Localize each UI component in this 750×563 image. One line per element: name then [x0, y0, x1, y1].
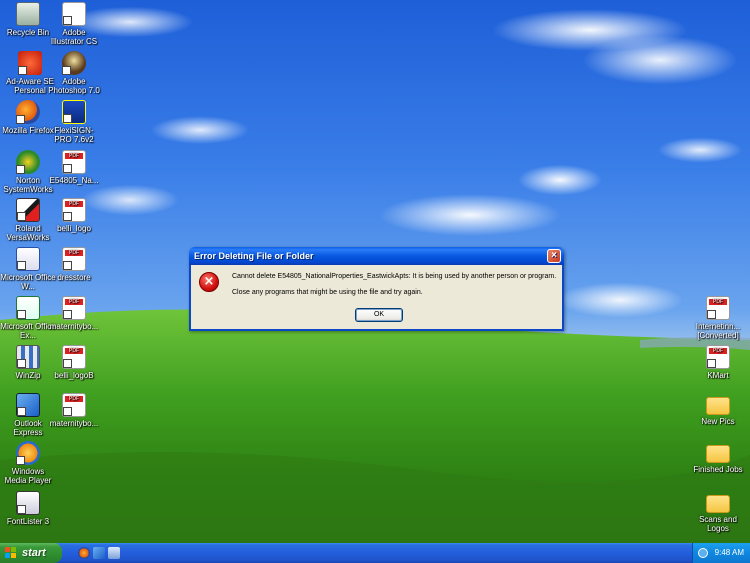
norton-glyph	[16, 150, 40, 174]
folder-icon[interactable]: Scans and Logos	[690, 491, 746, 533]
word-glyph	[16, 247, 40, 271]
dialog-titlebar[interactable]: Error Deleting File or Folder ×	[189, 247, 564, 265]
recycle-bin-glyph	[16, 2, 40, 26]
pdf-file-label: KMart	[707, 371, 729, 380]
flexisign-icon[interactable]: FlexiSIGN-PRO 7.6v2	[46, 100, 102, 144]
error-dialog: Error Deleting File or Folder × × Cannot…	[189, 247, 564, 331]
folder-icon[interactable]: New Pics	[690, 393, 746, 426]
pdf-file-icon[interactable]: E54805_Na...	[46, 150, 102, 185]
ad-aware-glyph	[18, 51, 42, 75]
winzip-label: WinZip	[15, 371, 41, 380]
ok-button[interactable]: OK	[355, 308, 403, 322]
folder-glyph	[706, 495, 730, 513]
roland-label: Roland VersaWorks	[6, 224, 50, 242]
flexisign-label: FlexiSIGN-PRO 7.6v2	[54, 126, 94, 144]
firefox-glyph	[16, 100, 40, 124]
pdf-file-icon[interactable]: maternitybo...	[46, 393, 102, 428]
fontlister-icon[interactable]: FontLister 3	[0, 491, 56, 526]
folder-icon[interactable]: Finished Jobs	[690, 441, 746, 474]
pdf-file-icon[interactable]: belli_logoB	[46, 345, 102, 380]
pdf-glyph	[62, 393, 86, 417]
roland-glyph	[16, 198, 40, 222]
pdf-glyph	[62, 296, 86, 320]
folder-glyph	[706, 397, 730, 415]
pdf-file-label: dresstore	[57, 273, 91, 282]
taskbar: start 9:48 AM	[0, 543, 750, 563]
error-hint: Close any programs that might be using t…	[232, 289, 423, 296]
adobe-photoshop-label: Adobe Photoshop 7.0	[48, 77, 100, 95]
photoshop-glyph	[62, 51, 86, 75]
excel-glyph	[16, 296, 40, 320]
clock[interactable]: 9:48 AM	[715, 548, 744, 557]
system-tray: 9:48 AM	[692, 543, 750, 563]
pdf-glyph	[62, 150, 86, 174]
pdf-file-label: maternitybo...	[49, 419, 99, 428]
flexisign-glyph	[62, 100, 86, 124]
show-desktop-icon[interactable]	[108, 547, 120, 559]
media-player-glyph	[16, 441, 40, 465]
recycle-bin-label: Recycle Bin	[6, 28, 50, 37]
outlook-quicklaunch-icon[interactable]	[93, 547, 105, 559]
firefox-quicklaunch-icon[interactable]	[78, 547, 90, 559]
illustrator-glyph	[62, 2, 86, 26]
close-icon[interactable]: ×	[547, 249, 561, 263]
pdf-glyph	[62, 345, 86, 369]
error-icon: ×	[199, 272, 219, 292]
outlook-express-glyph	[16, 393, 40, 417]
adobe-photoshop-icon[interactable]: Adobe Photoshop 7.0	[46, 51, 102, 95]
pdf-glyph	[62, 198, 86, 222]
start-label: start	[22, 547, 46, 559]
fontlister-label: FontLister 3	[6, 517, 50, 526]
pdf-file-icon[interactable]: maternitybo...	[46, 296, 102, 331]
start-button[interactable]: start	[0, 543, 62, 563]
pdf-file-icon[interactable]: Internetinn... [Converted]	[690, 296, 746, 340]
fontlister-glyph	[16, 491, 40, 515]
adobe-illustrator-label: Adobe Illustrator CS	[50, 28, 98, 46]
folder-glyph	[706, 445, 730, 463]
pdf-glyph	[62, 247, 86, 271]
dialog-title: Error Deleting File or Folder	[194, 251, 314, 261]
pdf-file-label: belli_logoB	[54, 371, 94, 380]
folder-label: Scans and Logos	[699, 515, 737, 533]
media-player-icon[interactable]: Windows Media Player	[0, 441, 56, 485]
adobe-illustrator-icon[interactable]: Adobe Illustrator CS	[46, 2, 102, 46]
pdf-file-label: Internetinn... [Converted]	[695, 322, 741, 340]
windows-logo-icon	[5, 547, 17, 559]
pdf-file-icon[interactable]: dresstore	[46, 247, 102, 282]
outlook-express-label: Outlook Express	[13, 419, 43, 437]
pdf-file-label: belli_logo	[57, 224, 91, 233]
winzip-glyph	[16, 345, 40, 369]
pdf-glyph	[706, 296, 730, 320]
folder-label: New Pics	[701, 417, 735, 426]
error-message: Cannot delete E54805_NationalProperties_…	[232, 273, 557, 280]
media-player-label: Windows Media Player	[4, 467, 52, 485]
pdf-glyph	[706, 345, 730, 369]
folder-label: Finished Jobs	[693, 465, 743, 474]
pdf-file-icon[interactable]: belli_logo	[46, 198, 102, 233]
network-icon[interactable]	[698, 548, 708, 558]
pdf-file-icon[interactable]: KMart	[690, 345, 746, 380]
pdf-file-label: maternitybo...	[49, 322, 99, 331]
pdf-file-label: E54805_Na...	[49, 176, 99, 185]
